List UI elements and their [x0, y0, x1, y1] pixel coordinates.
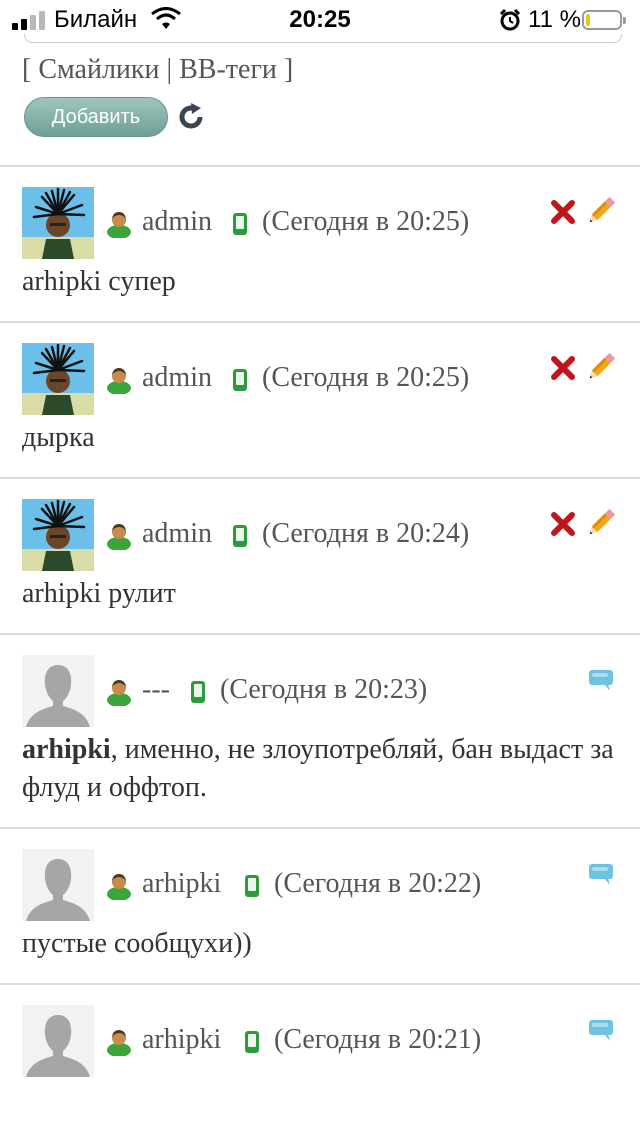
user-status-icon — [106, 872, 132, 900]
post-message: arhipki супер — [22, 266, 176, 297]
default-avatar[interactable] — [22, 655, 94, 727]
username-link[interactable]: admin — [142, 362, 212, 394]
post: admin (Сегодня в 20:24) arhipki рулит — [0, 477, 640, 633]
format-links: [ Смайлики | BB-теги ] — [22, 54, 294, 85]
mobile-device-icon — [232, 212, 248, 236]
add-button[interactable]: Добавить — [24, 97, 168, 137]
default-avatar[interactable] — [22, 1005, 94, 1077]
mobile-device-icon — [190, 680, 206, 704]
username-link[interactable]: admin — [142, 518, 212, 550]
smileys-link[interactable]: Смайлики — [38, 54, 159, 85]
edit-icon[interactable] — [584, 350, 618, 384]
refresh-icon[interactable] — [176, 102, 206, 132]
post-timestamp: (Сегодня в 20:24) — [262, 518, 470, 549]
edit-icon[interactable] — [584, 506, 618, 540]
post: --- (Сегодня в 20:23) arhipki, именно, не … — [0, 633, 640, 827]
message-textarea[interactable] — [24, 34, 622, 43]
user-status-icon — [106, 1028, 132, 1056]
delete-icon[interactable] — [549, 510, 577, 538]
post-message: дырка — [22, 422, 95, 453]
post-message: пустые сообщухи)) — [22, 928, 252, 959]
post-message: arhipki рулит — [22, 578, 176, 609]
edit-icon[interactable] — [584, 194, 618, 228]
post-message: arhipki, именно, не злоупотребляй, бан в… — [22, 731, 622, 807]
post: admin (Сегодня в 20:25) arhipki супер — [0, 165, 640, 321]
delete-icon[interactable] — [549, 354, 577, 382]
reply-icon[interactable] — [588, 1019, 614, 1043]
post-timestamp: (Сегодня в 20:23) — [220, 674, 428, 705]
battery-icon — [582, 10, 626, 30]
post-timestamp: (Сегодня в 20:25) — [262, 206, 470, 237]
comment-form: [ Смайлики | BB-теги ] Добавить — [0, 34, 640, 165]
alarm-icon — [499, 8, 521, 31]
post-message-text: , именно, не злоупотребляй, бан выдаст з… — [22, 734, 614, 803]
post-timestamp: (Сегодня в 20:21) — [274, 1024, 482, 1055]
user-avatar[interactable] — [22, 499, 94, 571]
user-status-icon — [106, 366, 132, 394]
user-avatar[interactable] — [22, 343, 94, 415]
mentioned-user[interactable]: arhipki — [22, 734, 111, 765]
battery-percentage: 11 % — [528, 6, 581, 33]
post-timestamp: (Сегодня в 20:25) — [262, 362, 470, 393]
default-avatar[interactable] — [22, 849, 94, 921]
user-avatar[interactable] — [22, 187, 94, 259]
reply-icon[interactable] — [588, 863, 614, 887]
username-link[interactable]: admin — [142, 206, 212, 238]
mobile-device-icon — [244, 874, 260, 898]
username-link[interactable]: arhipki — [142, 868, 221, 900]
user-status-icon — [106, 522, 132, 550]
mobile-device-icon — [232, 368, 248, 392]
post-timestamp: (Сегодня в 20:22) — [274, 868, 482, 899]
post: arhipki (Сегодня в 20:21) — [0, 983, 640, 1101]
username-link[interactable]: arhipki — [142, 1024, 221, 1056]
user-status-icon — [106, 678, 132, 706]
username-link[interactable]: --- — [142, 674, 170, 706]
post: arhipki (Сегодня в 20:22) пустые сообщухи)… — [0, 827, 640, 983]
reply-icon[interactable] — [588, 669, 614, 693]
delete-icon[interactable] — [549, 198, 577, 226]
mobile-device-icon — [232, 524, 248, 548]
mobile-device-icon — [244, 1030, 260, 1054]
bbcodes-link[interactable]: BB-теги — [179, 54, 277, 85]
user-status-icon — [106, 210, 132, 238]
post: admin (Сегодня в 20:25) дырка — [0, 321, 640, 477]
